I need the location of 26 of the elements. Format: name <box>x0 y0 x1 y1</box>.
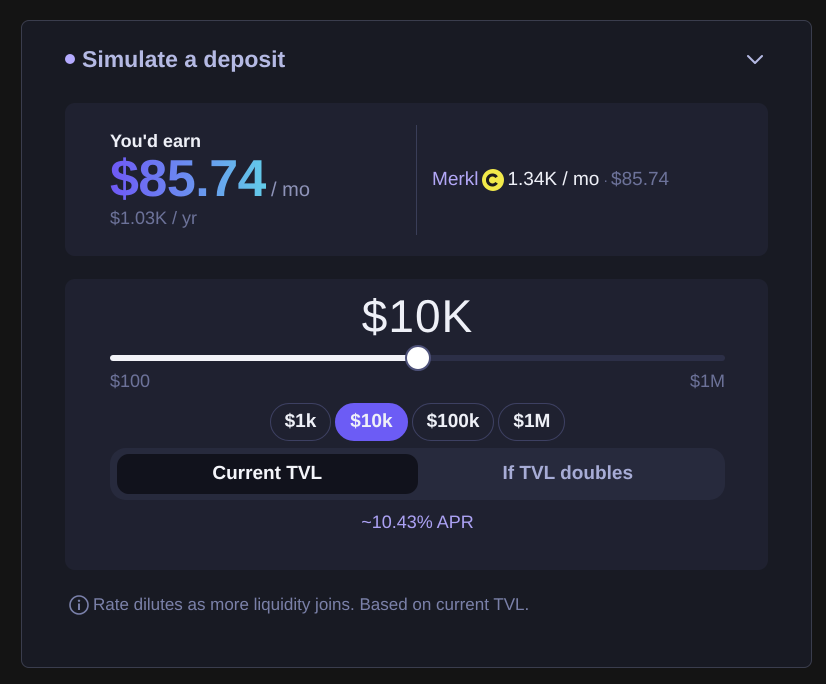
footnote-text: Rate dilutes as more liquidity joins. Based on current TVL. <box>93 595 530 615</box>
status-dot-icon <box>65 54 75 64</box>
scenario-toggle[interactable]: Current TVL If TVL doubles <box>110 448 725 500</box>
slider-min-label: $100 <box>110 371 150 391</box>
earnings-label: You'd earn <box>110 130 202 152</box>
yearly-amount: $1.03K / yr <box>110 206 198 230</box>
scenario-tab[interactable]: If TVL doubles <box>418 454 718 494</box>
chevron-down-icon[interactable] <box>746 54 764 64</box>
info-icon <box>69 595 89 615</box>
coin-icon <box>482 168 504 190</box>
reward-value: $85.74 <box>611 168 670 190</box>
preset-button[interactable]: $1k <box>270 403 332 441</box>
scenario-tab[interactable]: Current TVL <box>117 454 418 494</box>
slider-max-label: $1M <box>690 371 725 391</box>
separator-dot: · <box>603 172 608 188</box>
preset-button[interactable]: $100k <box>412 403 494 441</box>
slider-thumb[interactable] <box>404 345 430 371</box>
preset-button[interactable]: $10k <box>335 403 408 441</box>
section-title: Simulate a deposit <box>82 46 286 72</box>
preset-button[interactable]: $1M <box>498 403 566 441</box>
deposit-amount: $10K <box>362 291 474 341</box>
reward-source: Merkl <box>432 168 478 190</box>
apr-text: ~10.43% APR <box>361 511 474 534</box>
reward-amount: 1.34K / mo <box>507 168 600 190</box>
amount-slider-track[interactable] <box>110 345 725 371</box>
period-label: / mo <box>271 178 310 202</box>
